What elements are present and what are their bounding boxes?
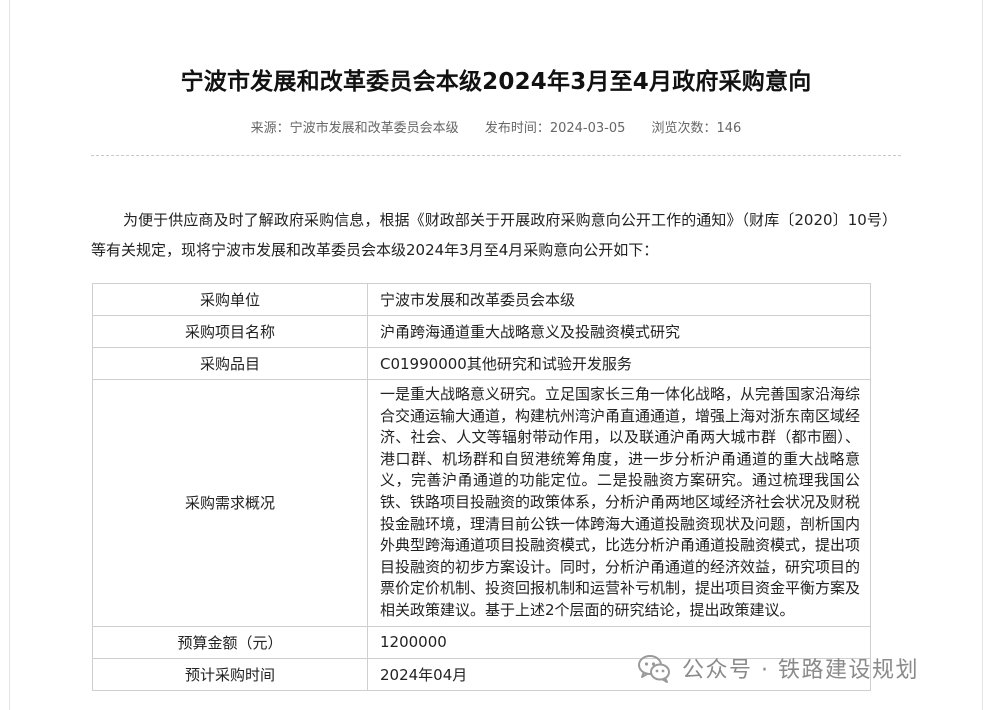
table-row: 采购项目名称 沪甬跨海通道重大战略意义及投融资模式研究 xyxy=(92,315,871,348)
row-key: 预计采购时间 xyxy=(92,657,368,691)
meta-views: 浏览次数：146 xyxy=(651,121,742,136)
row-value: 宁波市发展和改革委员会本级 xyxy=(367,283,871,316)
meta-published: 发布时间：2024-03-05 xyxy=(484,121,626,136)
table-row: 采购需求概况 一是重大战略意义研究。立足国家长三角一体化战略，从完善国家沿海综合… xyxy=(92,379,871,627)
row-key: 预算金额（元） xyxy=(92,625,368,659)
watermark-text: 公众号 · 铁路建设规划 xyxy=(682,658,919,683)
row-value: 沪甬跨海通道重大战略意义及投融资模式研究 xyxy=(367,315,871,348)
wechat-icon xyxy=(638,655,670,683)
page-title: 宁波市发展和改革委员会本级2024年3月至4月政府采购意向 xyxy=(180,69,812,95)
intro-paragraph: 为便于供应商及时了解政府采购信息，根据《财政部关于开展政府采购意向公开工作的通知… xyxy=(91,211,897,259)
row-key: 采购品目 xyxy=(92,347,368,380)
table-row: 采购品目 C01990000其他研究和试验开发服务 xyxy=(92,347,871,380)
article-meta: 来源：宁波市发展和改革委员会本级 发布时间：2024-03-05 浏览次数：14… xyxy=(0,117,992,136)
row-value: C01990000其他研究和试验开发服务 xyxy=(367,347,871,380)
row-key: 采购需求概况 xyxy=(92,379,368,627)
procurement-table: 采购单位 宁波市发展和改革委员会本级 采购项目名称 沪甬跨海通道重大战略意义及投… xyxy=(92,283,871,691)
watermark: 公众号 · 铁路建设规划 xyxy=(636,650,919,686)
row-key: 采购项目名称 xyxy=(92,315,368,348)
meta-source: 来源：宁波市发展和改革委员会本级 xyxy=(250,121,459,136)
row-key: 采购单位 xyxy=(92,283,368,316)
divider xyxy=(91,155,901,156)
table-row: 采购单位 宁波市发展和改革委员会本级 xyxy=(92,283,871,316)
row-value: 一是重大战略意义研究。立足国家长三角一体化战略，从完善国家沿海综合交通运输大通道… xyxy=(367,379,871,627)
